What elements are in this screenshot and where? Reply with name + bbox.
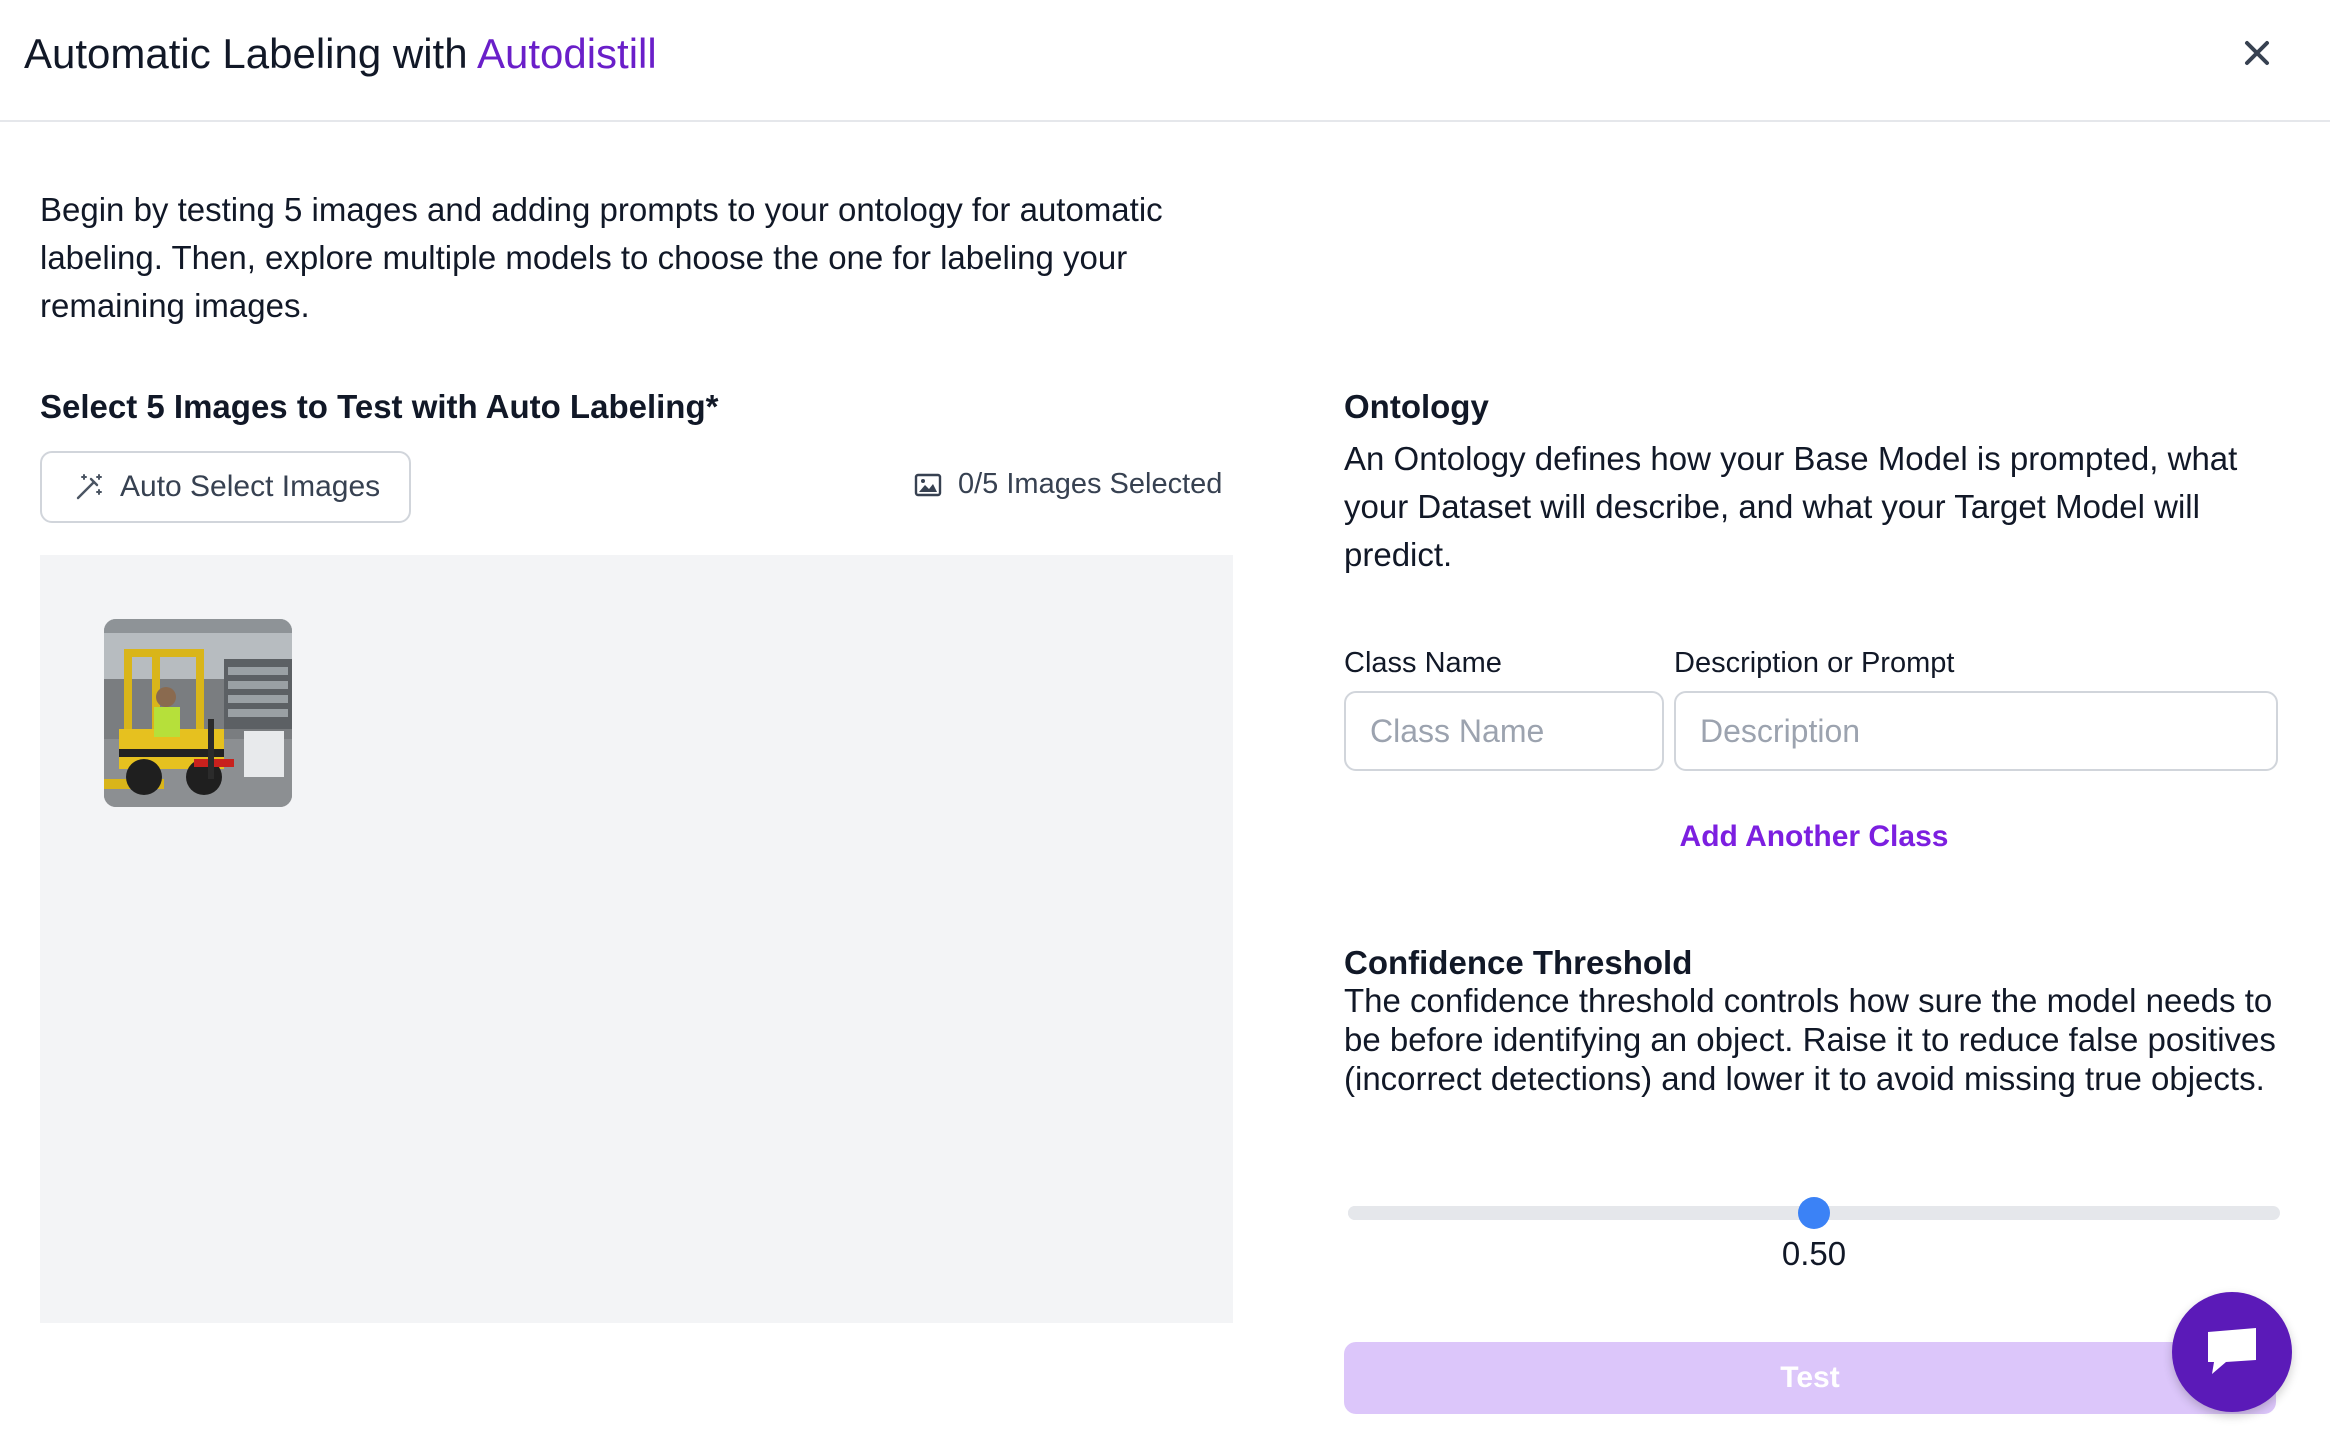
title-prefix: Automatic Labeling with <box>24 30 468 77</box>
class-name-label: Class Name <box>1344 647 1502 679</box>
description-label: Description or Prompt <box>1674 647 1955 679</box>
image-gallery <box>40 555 1233 1323</box>
ontology-description: An Ontology defines how your Base Model … <box>1344 440 2238 573</box>
class-name-input[interactable] <box>1344 691 1664 771</box>
ontology-panel: Ontology An Ontology defines how your Ba… <box>1344 385 2284 1272</box>
image-thumbnail[interactable] <box>104 619 292 807</box>
intro-text: Begin by testing 5 images and adding pro… <box>40 191 1163 324</box>
slider-thumb[interactable] <box>1798 1197 1830 1229</box>
images-selected-text: 0/5 Images Selected <box>958 468 1223 500</box>
confidence-heading: Confidence Threshold <box>1344 944 1693 981</box>
image-icon <box>914 473 942 496</box>
close-icon <box>2245 41 2269 65</box>
forklift-warehouse-image <box>104 619 292 807</box>
chat-button[interactable] <box>2172 1292 2292 1412</box>
slider-fill <box>1348 1206 1814 1220</box>
images-selected-counter: 0/5 Images Selected <box>914 468 1222 501</box>
ontology-heading: Ontology <box>1344 388 1489 425</box>
chat-bubble-icon <box>2208 1328 2256 1374</box>
auto-select-images-label: Auto Select Images <box>120 470 381 503</box>
add-another-class-link[interactable]: Add Another Class <box>1344 820 2284 854</box>
auto-select-images-button[interactable]: Auto Select Images <box>40 451 411 523</box>
select-images-label: Select 5 Images to Test with Auto Labeli… <box>40 388 719 425</box>
confidence-slider[interactable] <box>1344 1197 2284 1229</box>
test-button[interactable]: Test <box>1344 1342 2276 1414</box>
modal-header: Automatic Labeling with Autodistill <box>0 0 2330 122</box>
title-accent: Autodistill <box>476 30 657 77</box>
description-input[interactable] <box>1674 691 2278 771</box>
close-button[interactable] <box>2232 28 2282 78</box>
modal-title: Automatic Labeling with Autodistill <box>24 28 657 80</box>
magic-wand-icon <box>76 474 102 500</box>
slider-value: 0.50 <box>1781 1235 1847 1272</box>
confidence-description: The confidence threshold controls how su… <box>1344 982 2276 1097</box>
